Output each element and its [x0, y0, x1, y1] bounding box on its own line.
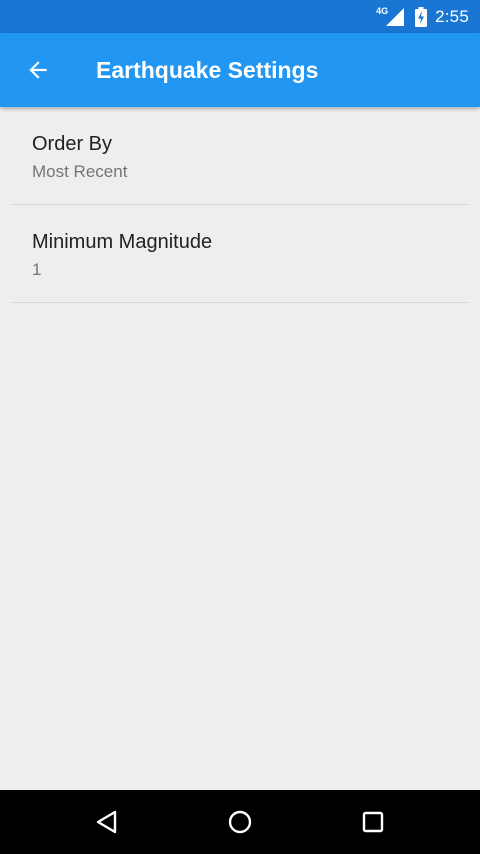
pref-summary-minimum-magnitude: 1: [32, 260, 42, 279]
app-bar: Earthquake Settings: [0, 33, 480, 107]
pref-summary-order-by: Most Recent: [32, 162, 128, 181]
navigation-bar: [0, 790, 480, 854]
nav-back-button[interactable]: [87, 802, 127, 842]
pref-item-minimum-magnitude[interactable]: Minimum Magnitude 1: [0, 205, 480, 303]
pref-title-minimum-magnitude: Minimum Magnitude: [32, 231, 213, 253]
network-type-label: 4G: [376, 5, 389, 16]
nav-recents-button[interactable]: [353, 802, 393, 842]
page-title: Earthquake Settings: [96, 57, 319, 83]
signal-icon: [386, 7, 405, 26]
pref-item-order-by[interactable]: Order By Most Recent: [0, 107, 480, 205]
status-icons: 4G 2:55: [376, 0, 469, 33]
divider: [11, 302, 469, 303]
status-clock: 2:55: [435, 6, 469, 26]
arrow-back-icon: [29, 61, 47, 79]
nav-recents-icon: [362, 811, 384, 833]
battery-charging-icon: [415, 6, 428, 27]
status-bar: 4G 2:55: [0, 0, 480, 33]
nav-home-button[interactable]: [220, 802, 260, 842]
nav-back-icon: [96, 810, 117, 834]
settings-list: Order By Most Recent Minimum Magnitude 1: [0, 107, 480, 790]
back-button[interactable]: [16, 48, 60, 92]
pref-title-order-by: Order By: [32, 133, 113, 155]
nav-home-icon: [228, 810, 252, 834]
